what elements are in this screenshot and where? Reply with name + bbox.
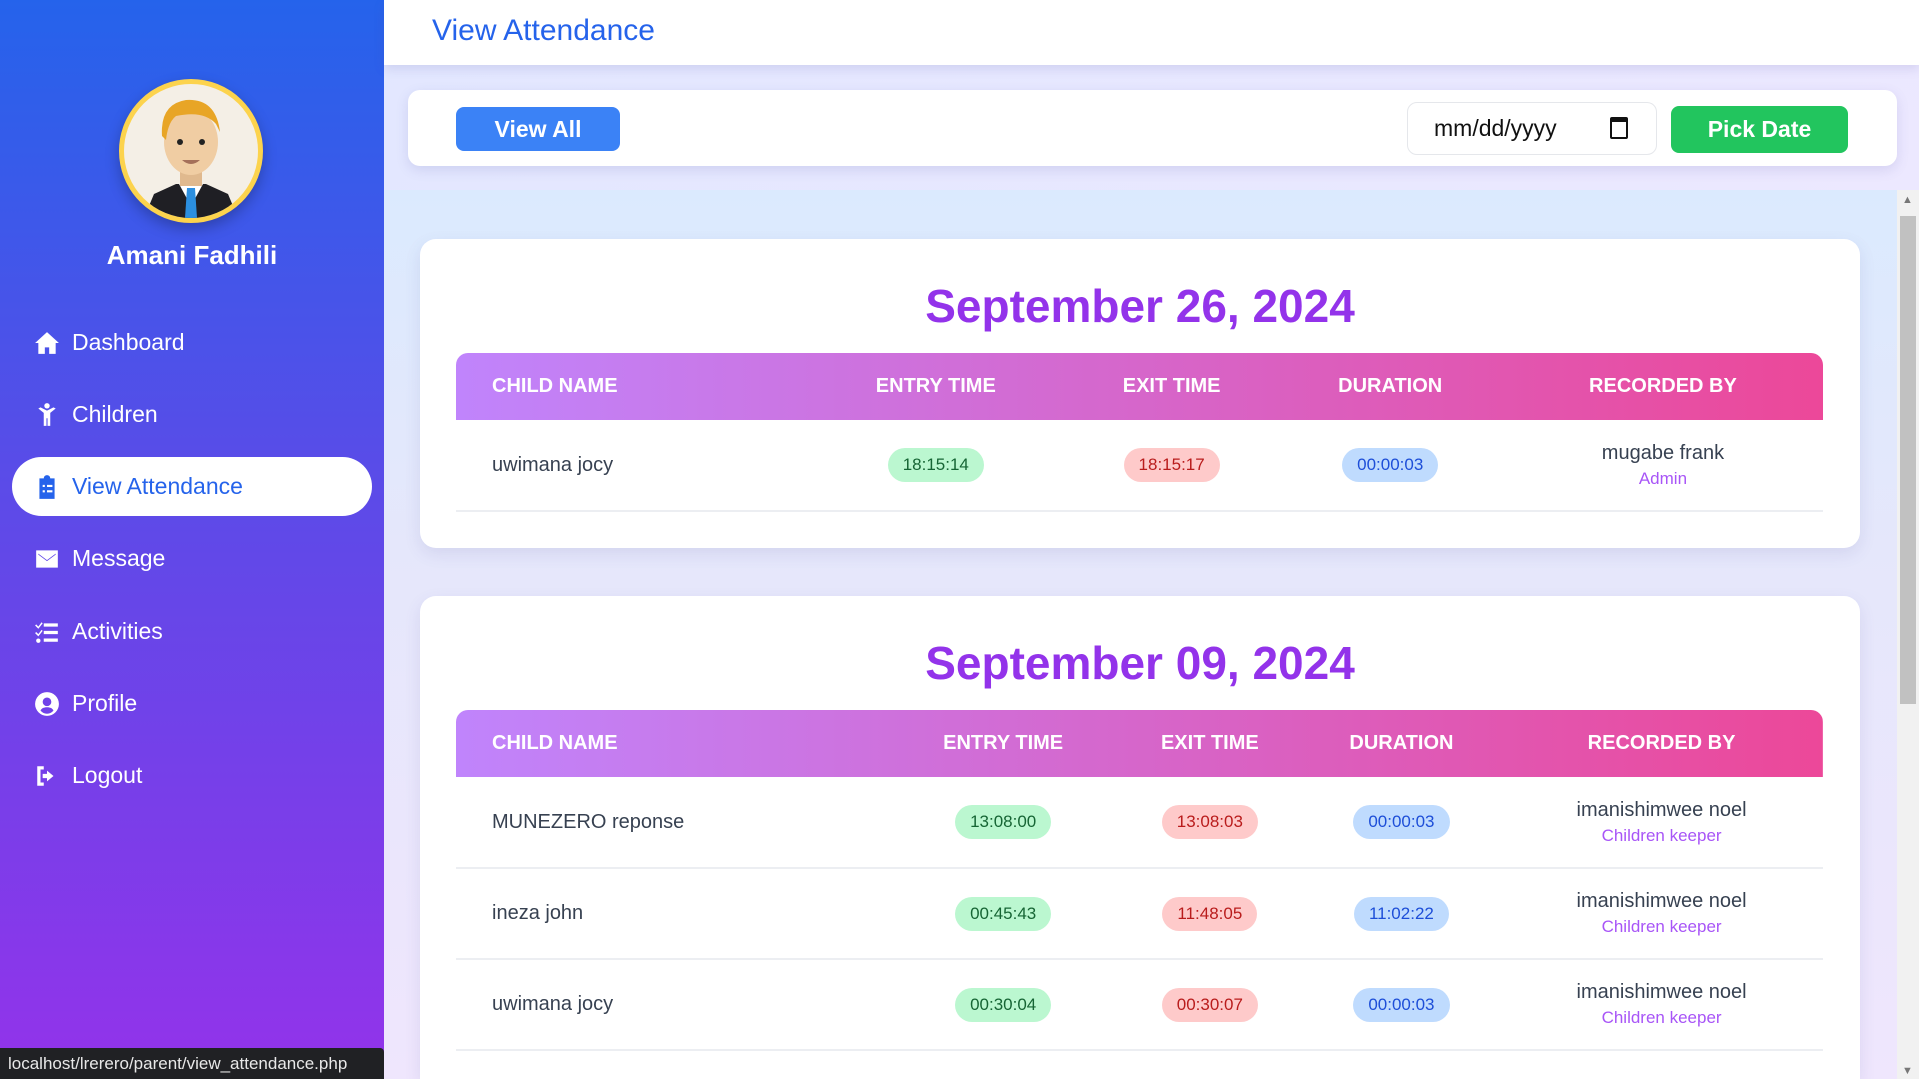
attendance-card: September 26, 2024 CHILD NAME ENTRY TIME E… [420,239,1860,548]
attendance-date: September 09, 2024 [925,637,1355,689]
scroll-down-icon[interactable]: ▼ [1902,1065,1913,1077]
sidebar-item-label: Activities [72,618,163,644]
exit-time-badge: 13:08:03 [1161,805,1258,839]
recorder-role: Children keeper [1601,1008,1722,1027]
column-header: DURATION [1349,732,1454,754]
sidebar-item-label: Dashboard [72,329,185,355]
child-name: uwimana jocy [456,959,890,1051]
column-header: RECORDED BY [1589,375,1737,397]
table-row: uwimana jocy 00:30:04 00:30:07 00:00:03 iman… [456,959,1823,1051]
sidebar-item-message[interactable]: Message [12,529,372,588]
column-header: EXIT TIME [1160,732,1259,754]
sidebar-item-logout[interactable]: Logout [12,746,372,805]
table-row: uwimana jocy 18:15:14 18:15:17 00:00:03 muga… [456,420,1823,512]
user-circle-icon [35,691,59,716]
sidebar-item-dashboard[interactable]: Dashboard [12,313,372,372]
child-name: ineza john [456,868,890,960]
home-icon [35,331,59,354]
sidebar-item-label: Message [72,545,166,571]
duration-badge: 00:00:03 [1353,805,1450,839]
user-name: Amani Fadhili [106,240,278,270]
recorder-name: imanishimwee noel [1576,981,1747,1003]
attendance-date: September 26, 2024 [925,280,1355,332]
sidebar-item-activities[interactable]: Activities [12,602,372,661]
sidebar: Amani Fadhili Dashboard Children View At… [0,0,384,1079]
scrollbar-thumb[interactable] [1900,216,1916,704]
clipboard-icon [39,474,55,499]
exit-time-badge: 00:30:07 [1161,987,1258,1022]
recorder-role: Children keeper [1601,825,1722,845]
column-header: CHILD NAME [492,732,618,754]
column-header: EXIT TIME [1122,375,1221,397]
entry-time-badge: 00:30:04 [955,987,1052,1022]
sidebar-item-label: Children [72,401,158,427]
exit-time-badge: 11:48:05 [1162,896,1258,931]
scrollbar[interactable]: ▲ ▼ [1897,190,1919,1079]
envelope-icon [36,549,58,568]
entry-time-badge: 18:15:14 [887,448,984,482]
table-row: MUNEZERO reponse 13:08:00 13:08:03 00:00:03… [456,777,1823,869]
sidebar-item-view-attendance[interactable]: View Attendance [12,457,372,516]
attendance-card: September 09, 2024 CHILD NAME ENTRY TIME E… [420,596,1860,1079]
avatar [119,79,263,223]
logout-icon [37,765,54,786]
page-title: View Attendance [432,14,655,47]
attendance-table: CHILD NAME ENTRY TIME EXIT TIME DURATION REC… [456,353,1823,512]
scroll-up-icon[interactable]: ▲ [1902,194,1913,206]
exit-time-badge: 18:15:17 [1123,448,1220,482]
duration-badge: 00:00:03 [1342,448,1439,482]
column-header: CHILD NAME [492,375,618,397]
tasks-icon [35,621,58,643]
recorder-role: Children keeper [1601,917,1722,936]
sidebar-item-label: Profile [72,690,138,716]
entry-time-badge: 13:08:00 [955,805,1052,839]
status-bar-url: localhost/lrerero/parent/view_attendance… [0,1048,384,1079]
date-input[interactable]: mm/dd/yyyy [1407,102,1657,155]
date-placeholder: mm/dd/yyyy [1434,115,1557,141]
column-header: DURATION [1338,375,1443,397]
recorder-name: imanishimwee noel [1576,890,1747,912]
sidebar-item-profile[interactable]: Profile [12,674,372,733]
sidebar-item-label: View Attendance [72,473,243,499]
attendance-table: CHILD NAME ENTRY TIME EXIT TIME DURATION REC… [456,710,1823,1051]
sidebar-item-label: Logout [72,762,143,788]
pick-date-button[interactable]: Pick Date [1671,106,1848,153]
duration-badge: 00:00:03 [1353,987,1450,1022]
recorder-name: imanishimwee noel [1576,798,1747,821]
calendar-icon[interactable] [1610,117,1628,139]
toolbar: View All mm/dd/yyyy Pick Date [408,90,1897,166]
column-header: ENTRY TIME [943,732,1064,754]
top-header: View Attendance [384,0,1919,65]
column-header: RECORDED BY [1587,732,1736,754]
recorder-role: Admin [1638,468,1688,488]
attendance-list: September 26, 2024 CHILD NAME ENTRY TIME E… [384,190,1897,1079]
table-row: ineza john 00:45:43 11:48:05 11:02:22 imanis… [456,868,1823,960]
child-name: uwimana jocy [456,420,806,512]
duration-badge: 11:02:22 [1353,896,1449,931]
column-header: ENTRY TIME [875,375,996,397]
sidebar-item-children[interactable]: Children [12,385,372,444]
child-icon [38,402,56,426]
view-all-button[interactable]: View All [456,107,620,151]
recorder-name: mugabe frank [1601,441,1725,464]
entry-time-badge: 00:45:43 [955,896,1052,931]
child-name: MUNEZERO reponse [456,777,890,869]
